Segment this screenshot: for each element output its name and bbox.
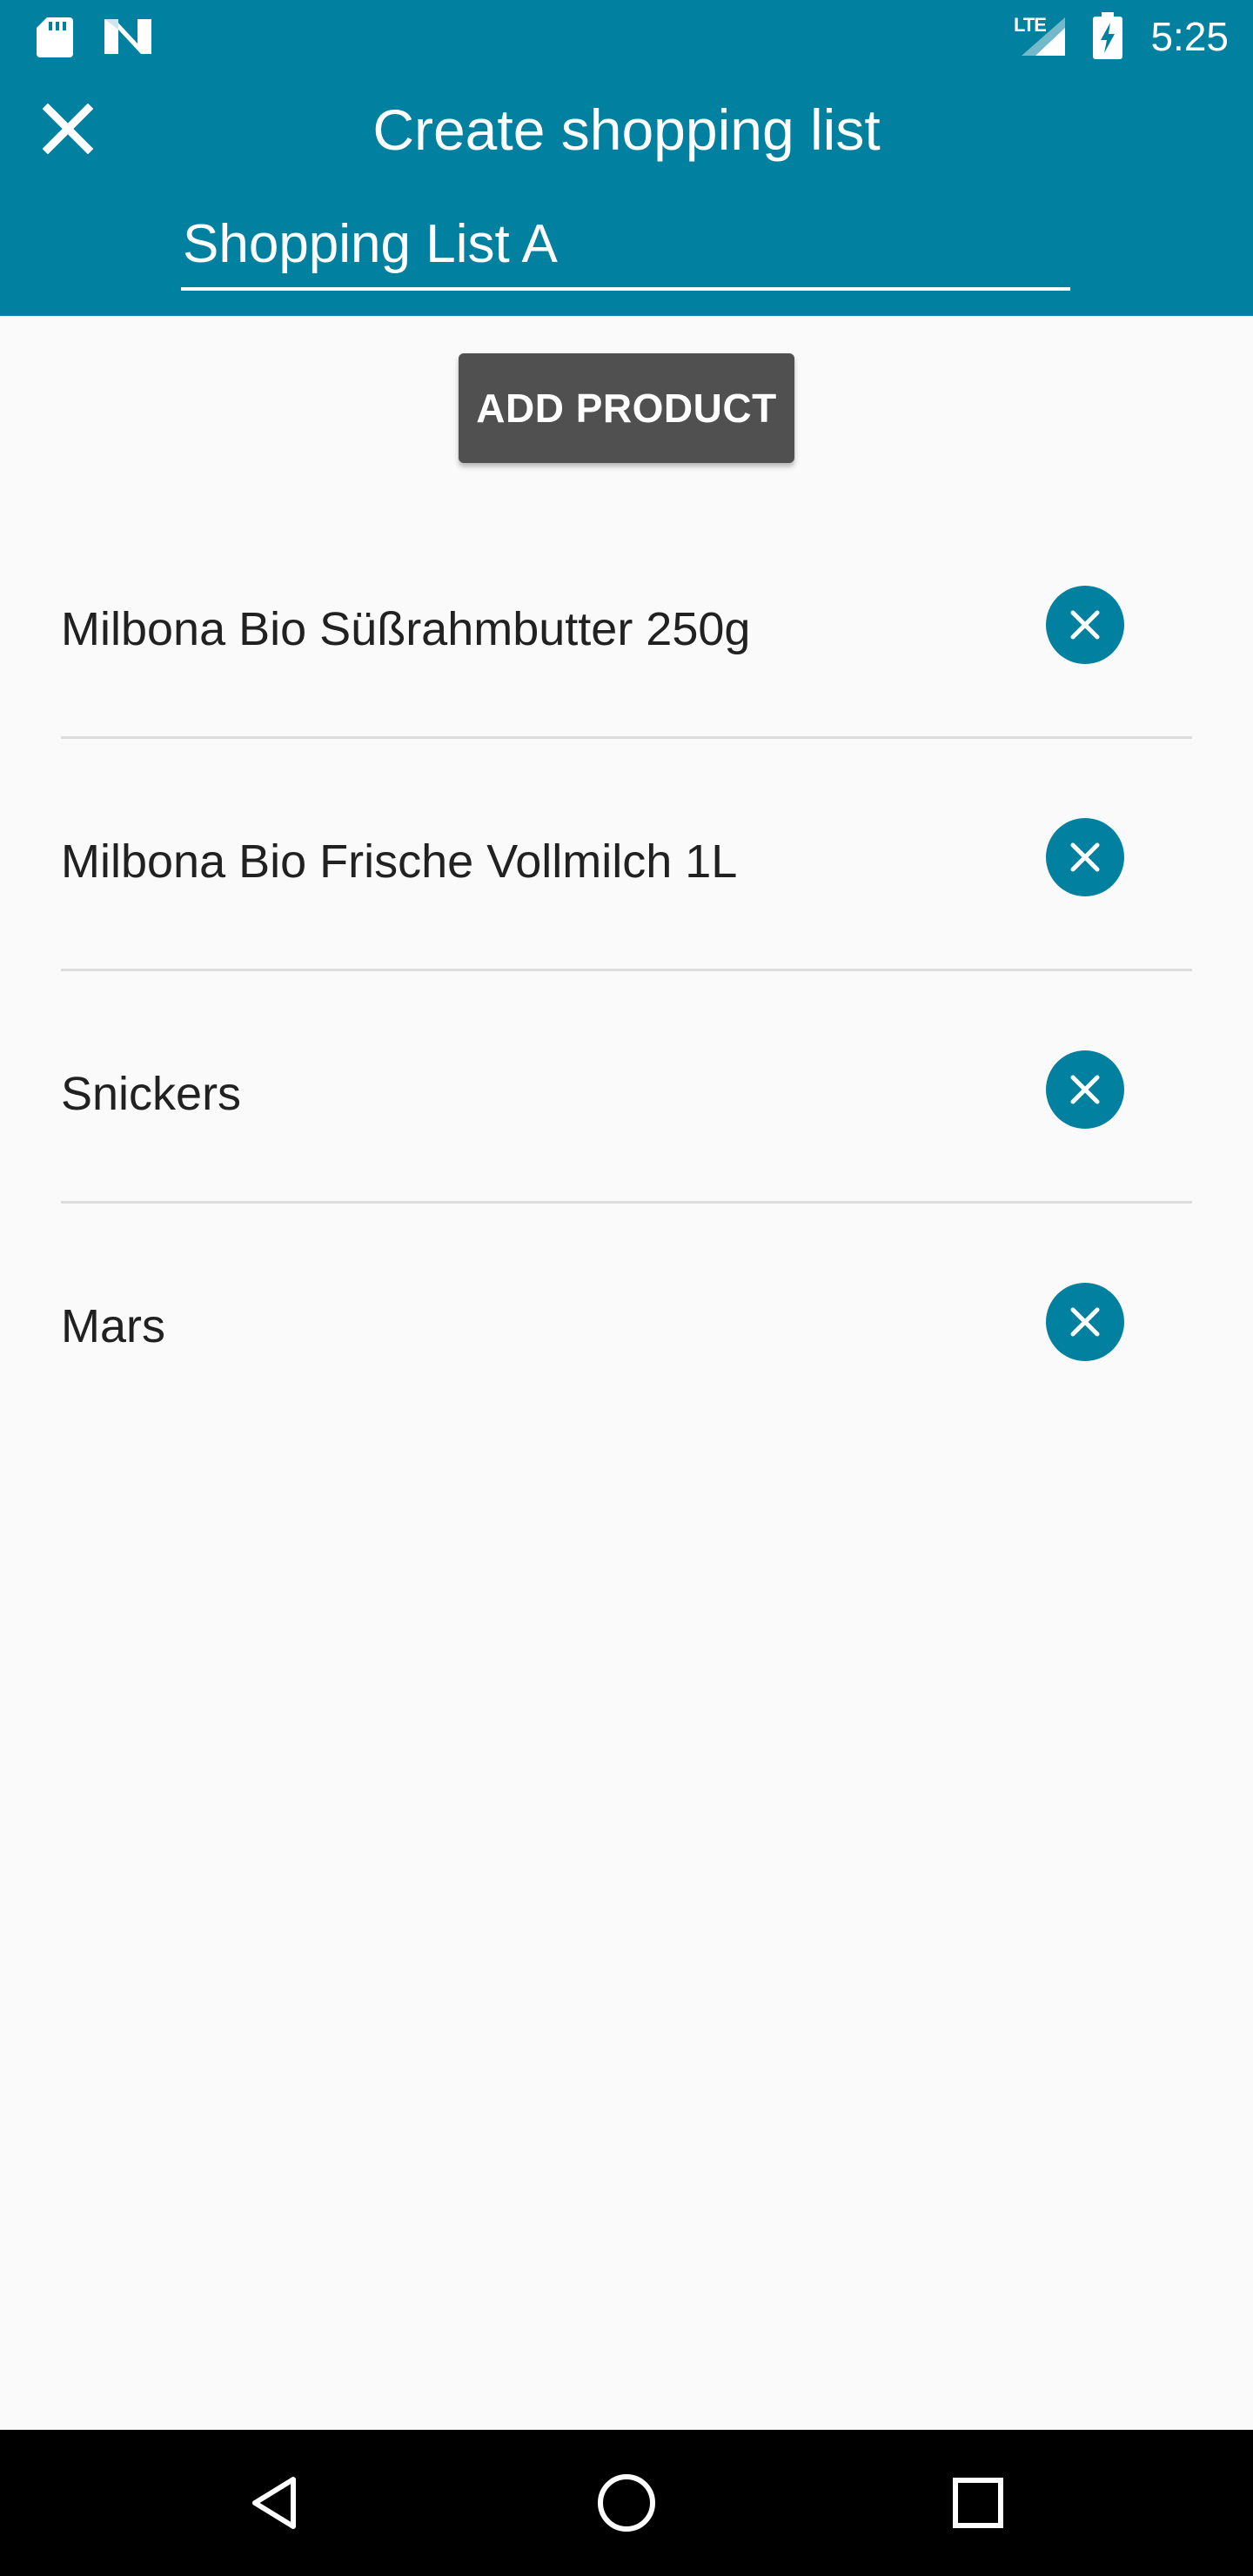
- remove-product-button[interactable]: [1046, 586, 1124, 664]
- product-list: Milbona Bio Süßrahmbutter 250g Milbona B…: [0, 506, 1253, 1436]
- notification-n-icon: [104, 19, 151, 54]
- close-icon: [1070, 842, 1100, 872]
- remove-product-button[interactable]: [1046, 1283, 1124, 1361]
- list-item: Mars: [0, 1204, 1253, 1436]
- close-icon: [1070, 1307, 1100, 1337]
- add-product-button[interactable]: ADD PRODUCT: [459, 353, 794, 463]
- remove-product-button[interactable]: [1046, 1050, 1124, 1129]
- recents-button[interactable]: [935, 2459, 1022, 2546]
- page-title: Create shopping list: [372, 97, 881, 162]
- product-name: Snickers: [61, 1068, 242, 1120]
- product-name: Mars: [61, 1300, 165, 1352]
- home-icon: [598, 2474, 655, 2532]
- list-item: Milbona Bio Frische Vollmilch 1L: [0, 739, 1253, 971]
- remove-product-button[interactable]: [1046, 818, 1124, 896]
- close-icon: [1070, 610, 1100, 640]
- navigation-bar: [0, 2430, 1253, 2576]
- list-item: Milbona Bio Süßrahmbutter 250g: [0, 506, 1253, 739]
- app-bar: LTE 5:25 Create shopping list: [0, 0, 1253, 316]
- list-item: Snickers: [0, 971, 1253, 1204]
- product-name: Milbona Bio Süßrahmbutter 250g: [61, 603, 751, 655]
- product-name: Milbona Bio Frische Vollmilch 1L: [61, 835, 738, 888]
- recents-icon: [953, 2478, 1003, 2528]
- create-shopping-list-screen: LTE 5:25 Create shopping list ADD PRODUC…: [0, 0, 1253, 2576]
- list-name-input[interactable]: [181, 205, 1070, 291]
- close-icon: [1070, 1075, 1100, 1104]
- status-bar: LTE 5:25: [0, 0, 1253, 73]
- sd-card-icon: [37, 17, 73, 57]
- home-button[interactable]: [583, 2459, 670, 2546]
- signal-icon: [1022, 17, 1065, 56]
- battery-charging-icon: [1093, 12, 1122, 59]
- back-button[interactable]: [231, 2459, 318, 2546]
- status-time: 5:25: [1150, 14, 1229, 59]
- back-icon: [252, 2477, 296, 2529]
